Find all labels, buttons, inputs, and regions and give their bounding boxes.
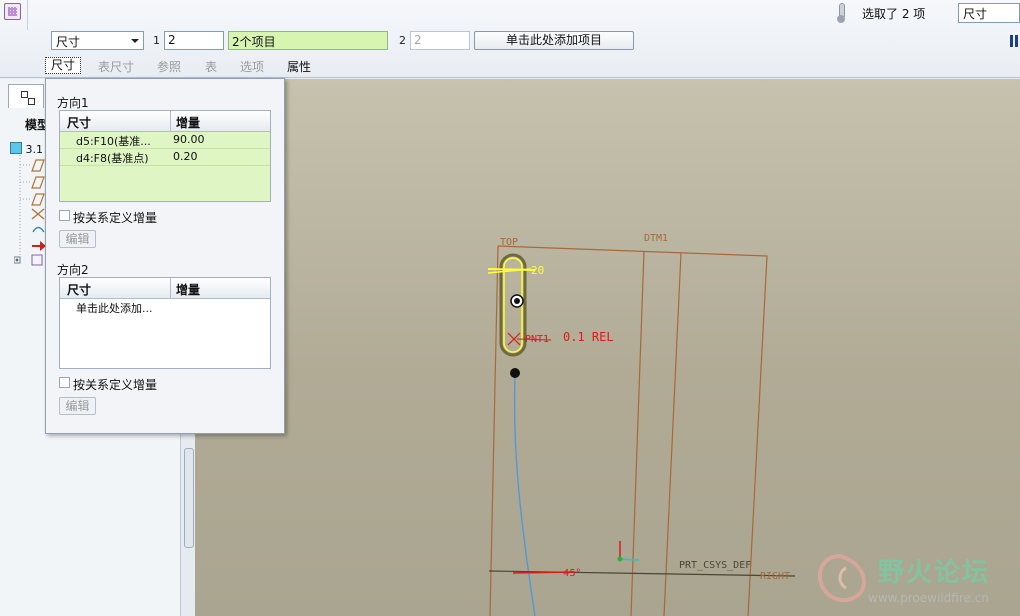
tab-table-dimension[interactable]: 表尺寸 — [98, 58, 134, 75]
col-dimension: 尺寸 — [67, 116, 92, 130]
tab-options[interactable]: 选项 — [240, 58, 264, 75]
row-increment[interactable]: 90.00 — [173, 133, 205, 146]
direction1-label: 方向1 — [57, 96, 89, 110]
selection-status: 选取了 2 项 — [862, 7, 926, 21]
rel-dimension-label[interactable]: 0.1 REL — [563, 330, 614, 344]
direction1-table-header: 尺寸 增量 — [60, 111, 270, 132]
direction1-index: 1 — [153, 34, 160, 47]
pattern-feature-icon — [4, 3, 21, 20]
add-dimension-row[interactable]: 单击此处添加... — [60, 299, 270, 315]
selection-filter-icon — [836, 3, 846, 23]
row-dimension: d4:F8(基准点) — [76, 152, 149, 165]
direction1-table[interactable]: 尺寸 增量 d5:F10(基准... 90.00 d4:F8(基准点) 0.20 — [59, 110, 271, 202]
watermark-title: 野火论坛 — [878, 558, 991, 588]
col-increment: 增量 — [176, 283, 201, 297]
toolbar-separator — [27, 0, 28, 30]
watermark-url: www.proewildfire.cn — [868, 591, 989, 605]
top-plane-label: TOP — [500, 237, 518, 248]
tab-table[interactable]: 表 — [205, 58, 217, 75]
dtm1-label: DTM1 — [644, 233, 668, 244]
tab-properties[interactable]: 属性 — [287, 58, 311, 75]
relation-increment-label-1: 按关系定义增量 — [73, 211, 158, 225]
right-plane-label: RIGHT — [760, 571, 790, 582]
pattern-type-value: 尺寸 — [56, 35, 81, 49]
col-dimension: 尺寸 — [67, 283, 92, 297]
row-dimension: d5:F10(基准... — [76, 135, 151, 148]
csys-label: PRT_CSYS_DEF — [679, 560, 751, 571]
col-increment: 增量 — [176, 116, 201, 130]
table-row[interactable]: d4:F8(基准点) 0.20 — [60, 149, 270, 166]
relation-increment-checkbox-1[interactable] — [59, 210, 70, 221]
dim-20-label[interactable]: 20 — [531, 264, 544, 277]
row-increment[interactable]: 0.20 — [173, 150, 198, 163]
relation-increment-label-2: 按关系定义增量 — [73, 378, 158, 392]
tree-feature-icons — [14, 155, 46, 266]
pattern-type-combo[interactable]: 尺寸 — [51, 31, 144, 50]
tree-root-item[interactable]: 3.1 — [10, 142, 43, 156]
sketch-curve — [513, 373, 536, 616]
pause-icon[interactable] — [1010, 35, 1020, 47]
tab-reference[interactable]: 参照 — [157, 58, 181, 75]
edit-button-2[interactable]: 编辑 — [59, 397, 96, 415]
direction2-index: 2 — [399, 34, 406, 47]
model-scene: TOP DTM1 20 PNT1 0.1 REL 45° PRT_CSYS_DE… — [487, 233, 796, 616]
tab-dimension[interactable]: 尺寸 — [45, 57, 81, 74]
selection-filter-dropdown[interactable]: 尺寸 — [958, 3, 1020, 23]
direction2-table-header: 尺寸 增量 — [60, 278, 270, 299]
pnt1-label: PNT1 — [525, 334, 549, 345]
model-tree-tab[interactable] — [8, 84, 44, 108]
relation-increment-checkbox-2[interactable] — [59, 377, 70, 388]
add-item-button[interactable]: 单击此处添加项目 — [474, 31, 634, 50]
csys-icon — [617, 541, 640, 562]
table-row[interactable]: d5:F10(基准... 90.00 — [60, 132, 270, 149]
add-dimension-placeholder: 单击此处添加... — [76, 302, 153, 315]
part-icon — [10, 142, 22, 154]
direction1-items-field[interactable]: 2个项目 — [228, 31, 388, 50]
direction2-label: 方向2 — [57, 263, 89, 277]
curve-endpoint[interactable] — [510, 368, 520, 378]
direction2-count-input[interactable]: 2 — [410, 31, 470, 50]
direction2-table[interactable]: 尺寸 增量 单击此处添加... — [59, 277, 271, 369]
edit-button-1[interactable]: 编辑 — [59, 230, 96, 248]
tree-scroll-thumb[interactable] — [184, 448, 194, 548]
direction1-count-input[interactable]: 2 — [164, 31, 224, 50]
angle-label[interactable]: 45° — [563, 568, 581, 579]
chevron-down-icon — [131, 39, 139, 43]
datum-point-center — [514, 298, 520, 304]
